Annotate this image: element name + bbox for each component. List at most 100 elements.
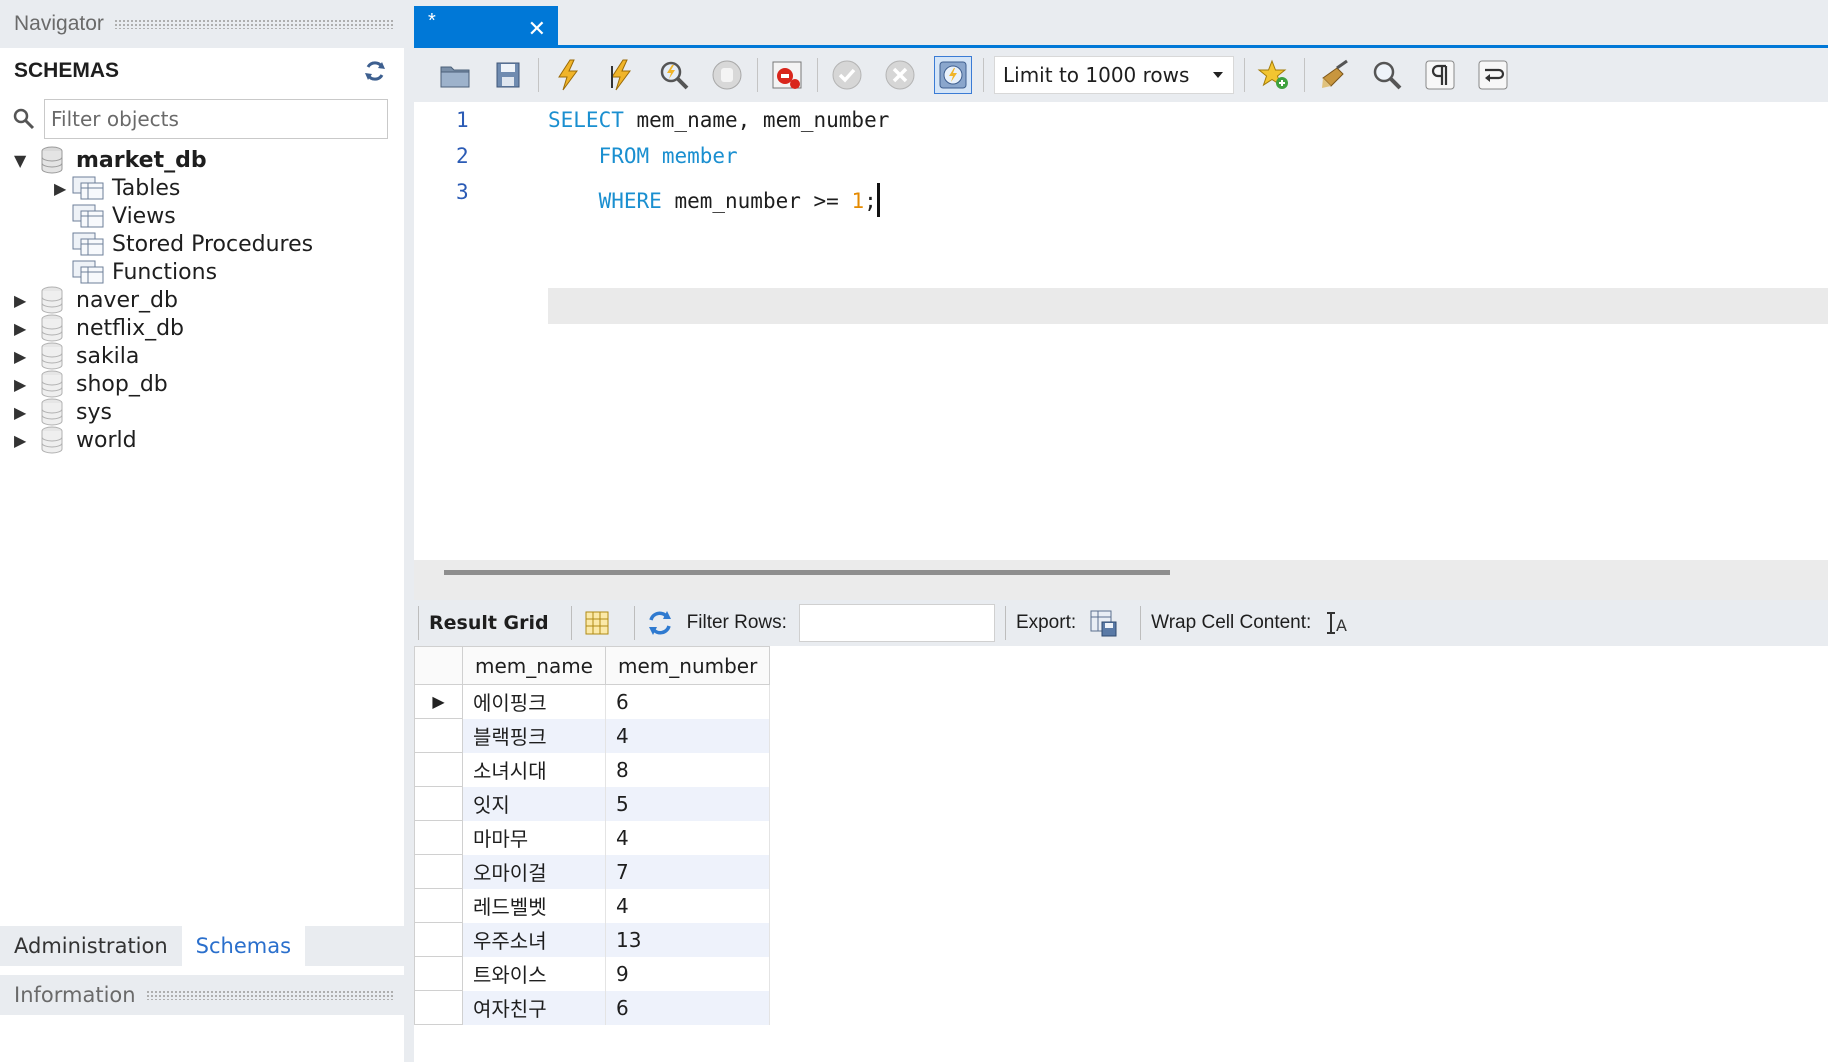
expanded-arrow-icon[interactable]: ▼	[14, 145, 32, 175]
collapsed-arrow-icon[interactable]: ▶	[14, 313, 32, 343]
schema-item-market-db[interactable]: ▼ market_db	[14, 145, 207, 175]
toggle-error-stop-button[interactable]	[768, 56, 806, 94]
schema-name: netflix_db	[76, 315, 185, 341]
table-row[interactable]: 트와이스 9	[414, 956, 771, 991]
table-cell[interactable]: 4	[604, 820, 771, 855]
corner-cell[interactable]	[414, 646, 463, 685]
collapsed-arrow-icon[interactable]: ▶	[14, 397, 32, 427]
commit-button[interactable]	[828, 56, 866, 94]
table-row[interactable]: 마마무 4	[414, 820, 771, 855]
rollback-button[interactable]	[881, 56, 919, 94]
schema-item-naver-db[interactable]: ▶ naver_db	[14, 285, 178, 315]
column-header[interactable]: mem_number	[604, 646, 771, 685]
execute-current-button[interactable]	[602, 56, 640, 94]
table-cell[interactable]: 우주소녀	[462, 922, 606, 957]
editor-horizontal-scrollbar[interactable]	[414, 560, 1828, 600]
wrap-text-icon[interactable]: A	[1323, 608, 1353, 638]
tab-schemas[interactable]: Schemas	[181, 926, 306, 966]
database-icon	[41, 146, 63, 174]
row-header[interactable]	[414, 854, 463, 889]
row-header[interactable]	[414, 820, 463, 855]
tab-query[interactable]: * ✕	[414, 6, 558, 48]
filter-objects-input[interactable]	[44, 99, 388, 139]
table-cell[interactable]: 레드벨벳	[462, 888, 606, 923]
tree-item-tables[interactable]: ▶ Tables	[54, 173, 180, 203]
schema-item-sys[interactable]: ▶ sys	[14, 397, 112, 427]
schema-item-shop-db[interactable]: ▶ shop_db	[14, 369, 168, 399]
table-row[interactable]: 레드벨벳 4	[414, 888, 771, 923]
table-cell[interactable]: 여자친구	[462, 990, 606, 1025]
sql-editor[interactable]: 1 2 3 SELECT mem_name, mem_number FROM m…	[414, 102, 1828, 560]
scrollbar-thumb[interactable]	[444, 570, 1170, 575]
table-cell[interactable]: 6	[604, 684, 771, 719]
open-file-button[interactable]	[436, 56, 474, 94]
collapsed-arrow-icon[interactable]: ▶	[14, 369, 32, 399]
explain-button[interactable]	[655, 56, 693, 94]
table-row[interactable]: 소녀시대 8	[414, 752, 771, 787]
row-header[interactable]	[414, 888, 463, 923]
tree-item-stored-procedures[interactable]: Stored Procedures	[72, 229, 313, 259]
table-row[interactable]: 잇지 5	[414, 786, 771, 821]
filter-rows-input[interactable]	[798, 604, 995, 642]
collapsed-arrow-icon[interactable]: ▶	[14, 425, 32, 455]
tab-administration[interactable]: Administration	[0, 926, 182, 966]
table-cell[interactable]: 에이핑크	[462, 684, 606, 719]
column-header[interactable]: mem_name	[462, 646, 606, 685]
table-cell[interactable]: 9	[604, 956, 771, 991]
table-row[interactable]: 오마이걸 7	[414, 854, 771, 889]
row-header[interactable]	[414, 752, 463, 787]
table-cell[interactable]: 4	[604, 888, 771, 923]
table-cell[interactable]: 7	[604, 854, 771, 889]
toolbar-separator	[1140, 606, 1142, 640]
invisible-chars-button[interactable]	[1421, 56, 1459, 94]
save-button[interactable]	[489, 56, 527, 94]
tree-item-views[interactable]: Views	[72, 201, 176, 231]
collapsed-arrow-icon[interactable]: ▶	[54, 173, 72, 203]
table-cell[interactable]: 4	[604, 718, 771, 753]
word-wrap-button[interactable]	[1474, 56, 1512, 94]
table-cell[interactable]: 8	[604, 752, 771, 787]
close-icon[interactable]: ✕	[528, 16, 546, 42]
execute-button[interactable]	[549, 56, 587, 94]
table-cell[interactable]: 13	[604, 922, 771, 957]
sql-keyword: FROM	[548, 144, 650, 168]
tree-item-functions[interactable]: Functions	[72, 257, 217, 287]
collapsed-arrow-icon[interactable]: ▶	[14, 285, 32, 315]
schema-item-sakila[interactable]: ▶ sakila	[14, 341, 139, 371]
stop-button[interactable]	[708, 56, 746, 94]
beautify-button[interactable]	[1315, 56, 1353, 94]
grid-view-icon[interactable]	[582, 608, 612, 638]
collapsed-arrow-icon[interactable]: ▶	[14, 341, 32, 371]
table-cell[interactable]: 잇지	[462, 786, 606, 821]
schema-item-netflix-db[interactable]: ▶ netflix_db	[14, 313, 184, 343]
table-cell[interactable]: 트와이스	[462, 956, 606, 991]
find-button[interactable]	[1368, 56, 1406, 94]
row-header[interactable]	[414, 990, 463, 1025]
table-row[interactable]: 블랙핑크 4	[414, 718, 771, 753]
table-cell[interactable]: 오마이걸	[462, 854, 606, 889]
limit-rows-select[interactable]: Limit to 1000 rows	[994, 56, 1234, 94]
table-cell[interactable]: 5	[604, 786, 771, 821]
row-header[interactable]	[414, 922, 463, 957]
refresh-icon[interactable]	[362, 58, 388, 84]
panel-grip[interactable]	[113, 19, 394, 29]
add-snippet-button[interactable]	[1255, 56, 1293, 94]
table-cell[interactable]: 6	[604, 990, 771, 1025]
row-header[interactable]	[414, 956, 463, 991]
row-header[interactable]	[414, 786, 463, 821]
table-cell[interactable]: 소녀시대	[462, 752, 606, 787]
result-grid-label[interactable]: Result Grid	[429, 612, 549, 634]
schema-item-world[interactable]: ▶ world	[14, 425, 137, 455]
autocommit-toggle-button[interactable]	[934, 56, 972, 94]
refresh-icon[interactable]	[645, 608, 675, 638]
panel-grip[interactable]	[145, 990, 394, 1000]
table-row[interactable]: ▶ 에이핑크 6	[414, 684, 771, 719]
table-row[interactable]: 여자친구 6	[414, 990, 771, 1025]
export-icon[interactable]	[1088, 608, 1118, 638]
table-cell[interactable]: 마마무	[462, 820, 606, 855]
result-grid[interactable]: mem_name mem_number ▶ 에이핑크 6 블랙핑크 4 소녀시대 8 잇지 5 마…	[414, 646, 1828, 1062]
row-header[interactable]: ▶	[414, 684, 463, 719]
table-row[interactable]: 우주소녀 13	[414, 922, 771, 957]
table-cell[interactable]: 블랙핑크	[462, 718, 606, 753]
row-header[interactable]	[414, 718, 463, 753]
